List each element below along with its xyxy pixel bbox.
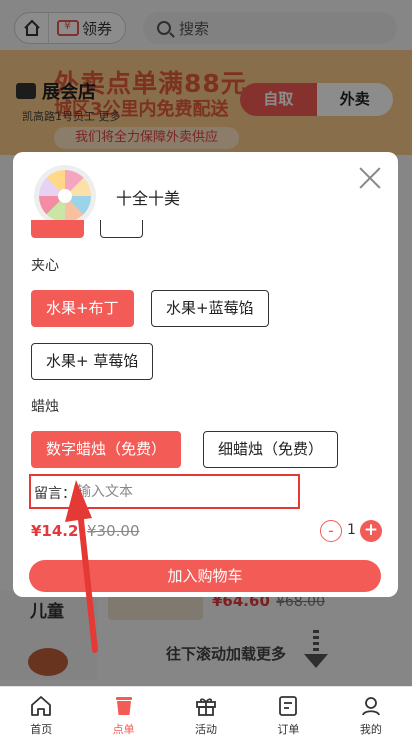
message-label: 留言： [34, 486, 76, 502]
tab-activity-label: 活动 [195, 723, 218, 736]
home-icon [31, 696, 52, 716]
option-partial[interactable] [100, 220, 143, 238]
group-label-candle: 蜡烛 [31, 399, 59, 415]
tab-order-label: 点单 [112, 723, 135, 736]
option-thin-candle[interactable]: 细蜡烛（免费） [203, 431, 339, 468]
tab-order[interactable]: 点单 [82, 687, 164, 741]
group-label-filling: 夹心 [31, 258, 59, 274]
original-price: ¥30.00 [87, 522, 140, 540]
tab-profile-label: 我的 [359, 723, 382, 736]
close-icon[interactable] [357, 165, 383, 191]
receipt-icon [279, 696, 298, 716]
message-input[interactable] [77, 479, 277, 505]
bottom-tab-bar: 首页 点单 活动 订单 我的 [0, 686, 412, 741]
tab-orders-label: 订单 [277, 723, 300, 736]
add-to-cart-button[interactable]: 加入购物车 [29, 560, 381, 592]
cup-icon [115, 697, 132, 715]
tab-activity[interactable]: 活动 [165, 687, 247, 741]
product-name: 十全十美 [116, 189, 181, 208]
quantity-decrease-button[interactable]: - [320, 520, 342, 542]
option-partial-selected[interactable] [31, 220, 84, 238]
product-options-modal: 十全十美 夹心 水果+布丁 水果+蓝莓馅 水果+ 草莓馅 蜡烛 数字蜡烛（免费）… [13, 152, 398, 597]
user-icon [361, 697, 380, 716]
tab-home[interactable]: 首页 [0, 687, 82, 741]
option-fruit-strawberry[interactable]: 水果+ 草莓馅 [31, 343, 154, 380]
quantity-value: 1 [347, 522, 356, 538]
current-price: ¥14.2 [31, 522, 79, 540]
quantity-increase-button[interactable]: + [360, 520, 382, 542]
tab-profile[interactable]: 我的 [330, 687, 412, 741]
tab-orders[interactable]: 订单 [247, 687, 329, 741]
tab-home-label: 首页 [30, 723, 53, 736]
product-image [34, 165, 96, 227]
message-field-highlight: 留言： [29, 474, 300, 509]
option-fruit-blueberry[interactable]: 水果+蓝莓馅 [151, 290, 269, 327]
option-fruit-pudding[interactable]: 水果+布丁 [31, 290, 134, 327]
option-number-candle[interactable]: 数字蜡烛（免费） [31, 431, 182, 468]
gift-icon [196, 698, 216, 716]
